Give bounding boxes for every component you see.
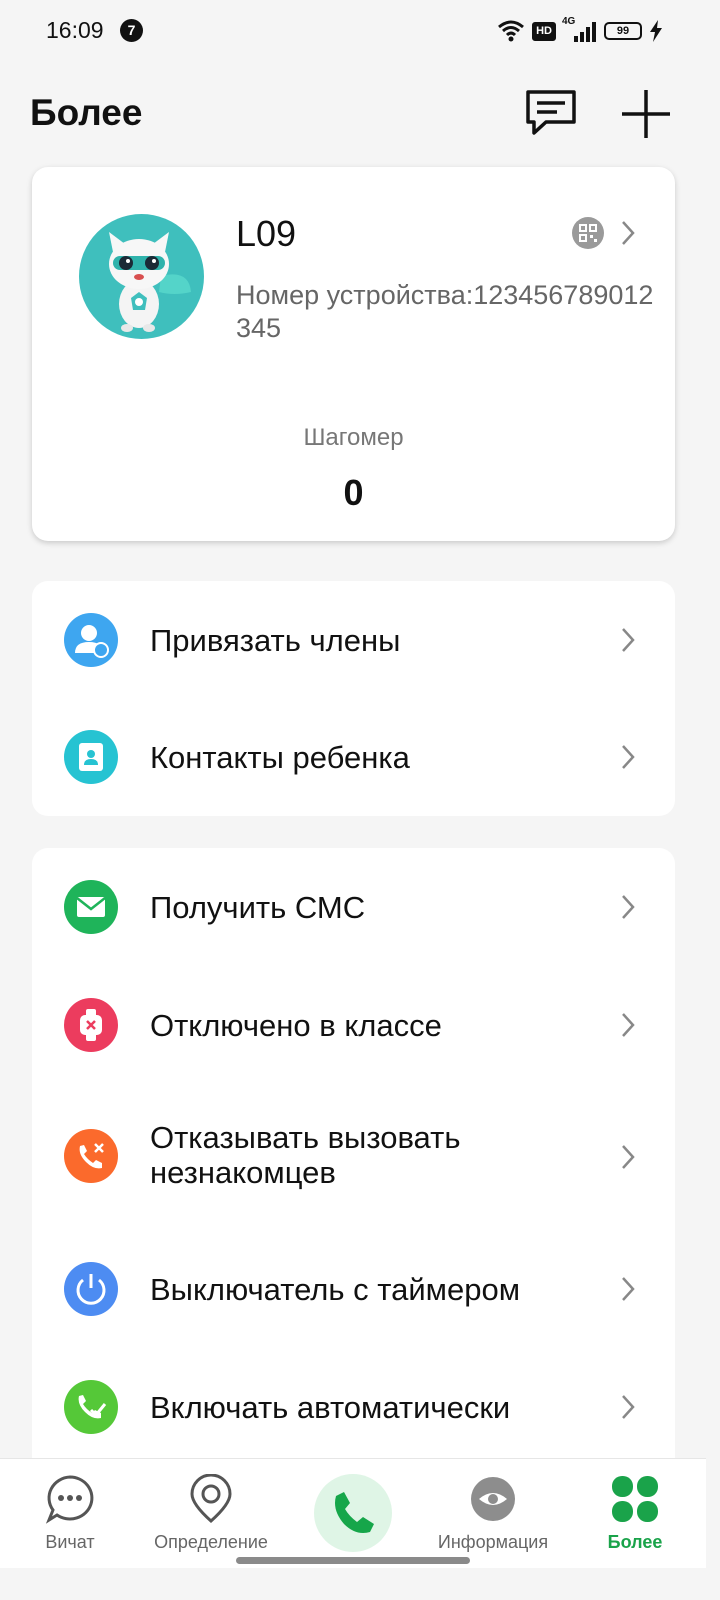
notification-badge: 7 (120, 19, 143, 42)
status-icons: HD 4G 99 (498, 16, 662, 44)
chat-bubble-icon (526, 90, 576, 135)
chevron-right-icon (622, 1145, 635, 1169)
nav-label: Информация (437, 1532, 549, 1552)
messages-button[interactable] (524, 88, 578, 138)
menu-item-label: Включать автоматически (150, 1390, 511, 1425)
menu-item-label: Отказывать вызовать незнакомцев (150, 1120, 461, 1190)
hd-icon: HD (532, 21, 556, 41)
bind-members-icon (64, 613, 118, 667)
chevron-right-icon (622, 895, 635, 919)
chevron-right-icon (622, 1013, 635, 1037)
device-profile-card[interactable]: L09 Номер устройства:123456789012345 Шаг… (32, 167, 675, 541)
add-device-button[interactable] (620, 88, 672, 140)
chat-dots-icon (45, 1475, 94, 1524)
menu-item-timer-switch[interactable]: Выключатель с таймером (32, 1230, 675, 1348)
reject-stranger-icon (64, 1129, 118, 1183)
nav-tab-more[interactable]: Более (565, 1459, 705, 1569)
chevron-right-icon (622, 1277, 635, 1301)
wifi-icon (498, 20, 525, 42)
timer-power-icon (64, 1262, 118, 1316)
status-bar: 16:09 7 HD 4G 99 (0, 0, 706, 60)
chevron-right-icon (622, 628, 635, 652)
chevron-right-icon (622, 221, 635, 245)
menu-item-label: Контакты ребенка (150, 740, 410, 775)
status-time: 16:09 (46, 17, 104, 43)
menu-item-class-mode[interactable]: Отключено в классе (32, 966, 675, 1084)
eye-icon (471, 1477, 515, 1521)
chevron-right-icon (622, 745, 635, 769)
phone-call-icon (335, 1492, 374, 1533)
menu-item-receive-sms[interactable]: Получить СМС (32, 848, 675, 966)
network-type-label: 4G (562, 16, 576, 27)
menu-item-bind-members[interactable]: Привязать члены (32, 581, 675, 699)
child-contacts-icon (64, 730, 118, 784)
bottom-navigation: Вичат Определение Информация Более (0, 1458, 706, 1568)
mascot-avatar-icon (109, 232, 191, 332)
plus-icon (622, 90, 670, 138)
chevron-right-icon (622, 1395, 635, 1419)
class-mode-icon (64, 998, 118, 1052)
nav-tab-info[interactable]: Информация (423, 1459, 563, 1569)
pedometer-label: Шагомер (303, 424, 404, 451)
menu-item-label: Отключено в классе (150, 1008, 442, 1043)
home-indicator[interactable] (236, 1557, 470, 1564)
nav-tab-chat[interactable]: Вичат (0, 1459, 140, 1569)
nav-tab-location[interactable]: Определение (141, 1459, 281, 1569)
menu-item-auto-on[interactable]: Включать автоматически (32, 1348, 675, 1466)
menu-item-label: Привязать члены (150, 623, 401, 658)
menu-item-child-contacts[interactable]: Контакты ребенка (32, 699, 675, 816)
device-name: L09 (236, 213, 297, 254)
location-pin-icon (190, 1474, 232, 1524)
qr-code-icon[interactable] (572, 217, 604, 249)
device-number: Номер устройства:123456789012345 (236, 280, 654, 343)
sms-icon (64, 880, 118, 934)
auto-on-icon (64, 1380, 118, 1434)
menu-item-label: Выключатель с таймером (150, 1272, 521, 1307)
menu-item-label: Получить СМС (150, 890, 366, 925)
menu-item-reject-strangers[interactable]: Отказывать вызовать незнакомцев (32, 1084, 675, 1230)
menu-group-contacts: Привязать члены Контакты ребенка (32, 581, 675, 816)
charging-icon (650, 20, 662, 42)
header: Более (0, 70, 706, 160)
nav-label: Вичат (45, 1532, 95, 1552)
page-title: Более (30, 92, 143, 133)
pedometer-value: 0 (343, 472, 364, 513)
nav-label: Более (607, 1532, 663, 1552)
signal-icon: 4G (562, 16, 596, 42)
menu-group-settings: Получить СМС Отключено в классе Отказыва… (32, 848, 675, 1488)
nav-label: Определение (154, 1532, 268, 1552)
battery-icon: 99 (604, 22, 642, 40)
more-clover-icon (612, 1476, 658, 1522)
call-button[interactable] (314, 1474, 392, 1552)
avatar (79, 214, 204, 339)
